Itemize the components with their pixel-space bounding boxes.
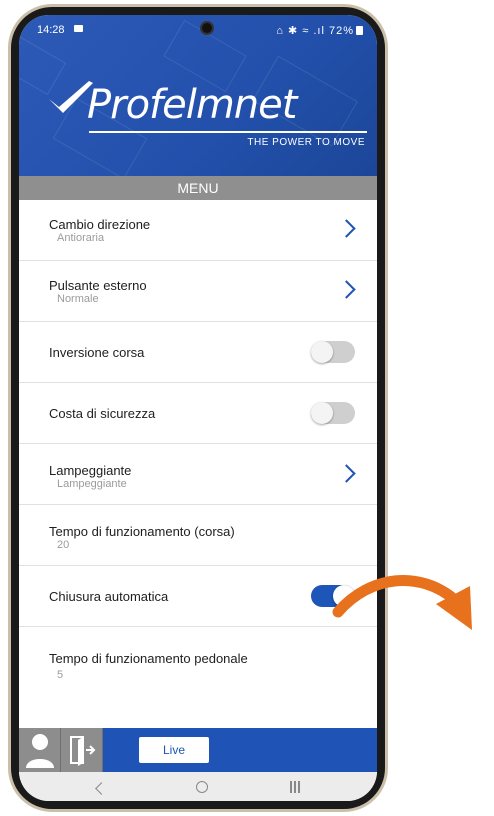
row-title: Tempo di funzionamento (corsa)	[49, 524, 235, 539]
status-bar: 14:28 ⌂ ✱ ≈ .ıl 72%	[19, 15, 377, 41]
live-button[interactable]: Live	[139, 737, 209, 763]
menu-title: MENU	[177, 180, 219, 196]
row-subtitle: Lampeggiante	[57, 478, 127, 490]
setting-row-lampeggiante[interactable]: Lampeggiante Lampeggiante	[19, 444, 377, 505]
row-title: Chiusura automatica	[49, 589, 169, 604]
logout-button[interactable]	[61, 728, 103, 772]
chevron-right-icon[interactable]	[337, 280, 356, 299]
row-title: Pulsante esterno	[49, 278, 147, 293]
setting-row-chiusura-automatica: Chiusura automatica	[19, 566, 377, 627]
home-icon[interactable]	[196, 781, 208, 793]
status-icons: ⌂ ✱ ≈ .ıl 72%	[276, 24, 363, 37]
logo-underline	[89, 131, 367, 133]
battery-icon	[356, 26, 363, 35]
setting-row-cambio-direzione[interactable]: Cambio direzione Antioraria	[19, 200, 377, 261]
setting-row-tempo-pedonale[interactable]: Tempo di funzionamento pedonale 5	[19, 627, 377, 695]
recents-icon[interactable]	[289, 781, 301, 793]
chevron-right-icon[interactable]	[337, 219, 356, 238]
android-nav-bar	[19, 772, 377, 801]
row-title: Cambio direzione	[49, 217, 151, 232]
user-icon	[26, 734, 54, 768]
app-screen: 14:28 ⌂ ✱ ≈ .ıl 72% Profelmnet THE POWER…	[19, 15, 377, 801]
back-icon[interactable]	[95, 782, 108, 795]
toggle-knob	[311, 402, 333, 424]
logout-icon	[70, 736, 96, 766]
inversione-corsa-toggle[interactable]	[311, 341, 355, 363]
toggle-knob	[333, 585, 355, 607]
row-value: 5	[57, 669, 64, 681]
setting-row-tempo-corsa[interactable]: Tempo di funzionamento (corsa) 20	[19, 505, 377, 566]
row-subtitle: Antioraria	[57, 232, 105, 244]
chiusura-automatica-toggle[interactable]	[311, 585, 355, 607]
gallery-notification-icon	[74, 25, 83, 32]
bottom-bar: Live	[19, 728, 377, 772]
brand-name: Profelmnet	[87, 82, 297, 128]
app-header: 14:28 ⌂ ✱ ≈ .ıl 72% Profelmnet THE POWER…	[19, 15, 377, 176]
setting-row-pulsante-esterno[interactable]: Pulsante esterno Normale	[19, 261, 377, 322]
user-button[interactable]	[19, 728, 61, 772]
setting-row-inversione-corsa: Inversione corsa	[19, 322, 377, 383]
costa-di-sicurezza-toggle[interactable]	[311, 402, 355, 424]
row-title: Costa di sicurezza	[49, 406, 156, 421]
brand-tagline: THE POWER TO MOVE	[247, 137, 365, 148]
row-title: Inversione corsa	[49, 345, 145, 360]
toggle-knob	[311, 341, 333, 363]
row-value: 20	[57, 539, 70, 551]
brand-logo: Profelmnet THE POWER TO MOVE	[45, 77, 377, 148]
phone-frame: 14:28 ⌂ ✱ ≈ .ıl 72% Profelmnet THE POWER…	[8, 4, 388, 812]
row-title: Lampeggiante	[49, 463, 132, 478]
row-title: Tempo di funzionamento pedonale	[49, 651, 248, 666]
chevron-right-icon[interactable]	[337, 464, 356, 483]
front-camera	[200, 21, 214, 35]
menu-title-bar: MENU	[19, 176, 377, 200]
setting-row-costa-di-sicurezza: Costa di sicurezza	[19, 383, 377, 444]
status-time: 14:28	[37, 24, 65, 36]
settings-list: Cambio direzione Antioraria Pulsante est…	[19, 200, 377, 695]
status-indicators-text: ⌂ ✱ ≈ .ıl 72%	[276, 25, 354, 37]
row-subtitle: Normale	[57, 293, 99, 305]
